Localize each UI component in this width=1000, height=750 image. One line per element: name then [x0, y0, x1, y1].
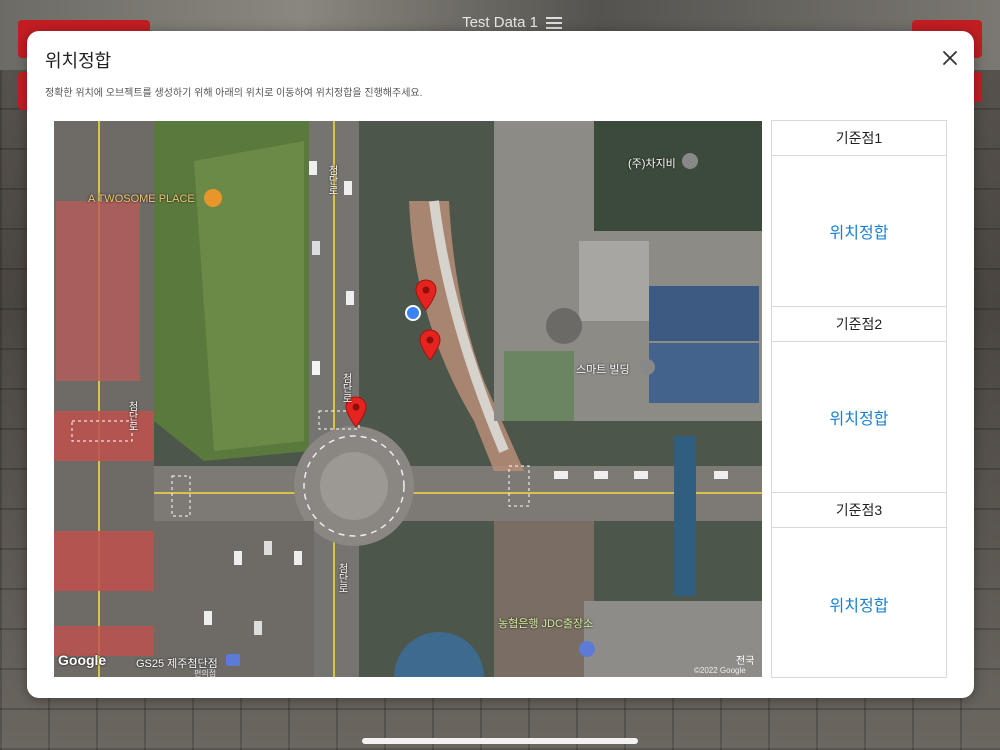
map-copyright: ©2022 Google — [694, 666, 746, 675]
modal-description: 정확한 위치에 오브젝트를 생성하기 위해 아래의 위치로 이동하여 위치정합을… — [45, 88, 423, 99]
location-alignment-modal: 위치정합 정확한 위치에 오브젝트를 생성하기 위해 아래의 위치로 이동하여 … — [27, 31, 974, 698]
reference-point-heading: 기준점1 — [772, 121, 946, 156]
menu-icon — [546, 17, 562, 29]
align-button-3[interactable]: 위치정합 — [830, 592, 889, 616]
modal-title: 위치정합 — [45, 51, 112, 71]
reference-point-cell: 위치정합 — [772, 342, 946, 493]
reference-point-cell: 위치정합 — [772, 528, 946, 679]
map-label-building: 스마트 빌딩 — [576, 364, 630, 376]
reference-point-cell: 위치정합 — [772, 156, 946, 307]
align-button-1[interactable]: 위치정합 — [830, 219, 889, 243]
close-icon[interactable] — [939, 47, 961, 69]
align-button-2[interactable]: 위치정합 — [830, 405, 889, 429]
map-label-store-sub: 편의점 — [194, 669, 217, 677]
map-label-cafe: A TWOSOME PLACE — [88, 193, 195, 205]
reference-point-heading: 기준점2 — [772, 307, 946, 342]
reference-point-heading: 기준점3 — [772, 493, 946, 528]
map-label-road: 첨단로 — [340, 373, 351, 403]
map-label-road: 첨단로 — [126, 401, 137, 431]
home-indicator[interactable] — [362, 738, 638, 744]
current-location-icon — [405, 305, 421, 321]
map-label-road: 첨단로 — [326, 165, 337, 195]
map-label-company: (주)차지비 — [628, 158, 676, 170]
satellite-map[interactable]: A TWOSOME PLACE (주)차지비 스마트 빌딩 농협은행 JDC출장… — [54, 121, 762, 677]
google-logo: Google — [58, 652, 107, 668]
location-marker-icon[interactable] — [419, 329, 441, 361]
reference-points-panel: 기준점1 위치정합 기준점2 위치정합 기준점3 위치정합 — [771, 120, 947, 678]
map-label-road: 첨단로 — [336, 563, 347, 593]
map-label-bank: 농협은행 JDC출장소 — [498, 618, 594, 630]
map-label-partial: 전국 — [736, 656, 755, 667]
